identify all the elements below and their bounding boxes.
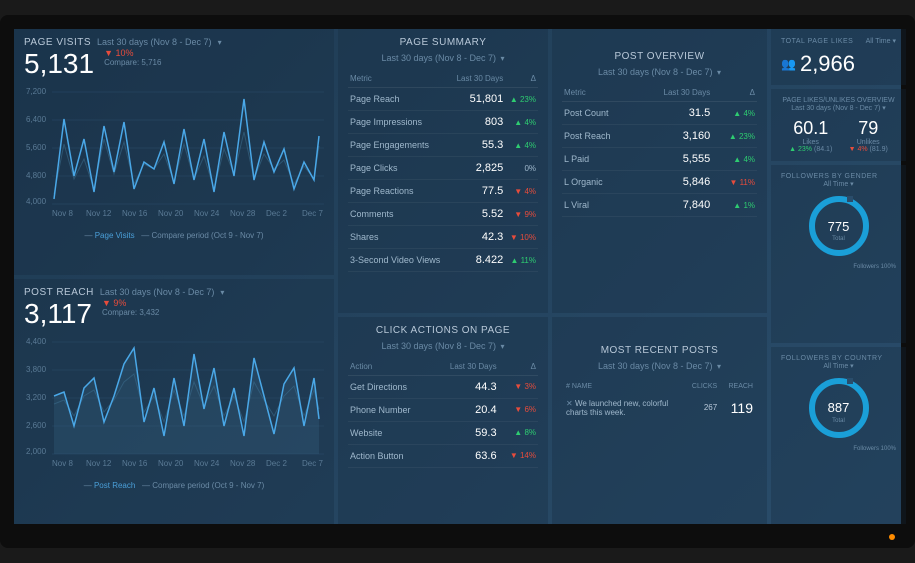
svg-text:Dec 2: Dec 2	[266, 209, 287, 218]
svg-text:Nov 28: Nov 28	[230, 459, 256, 468]
post-reach-chart: 4,400 3,800 3,200 2,600 2,000 Nov 8 Nov 12 Nov…	[24, 334, 324, 479]
recent-post-row[interactable]: ✕ We launched new, colorful charts this …	[564, 395, 755, 421]
gender-donut: 775 Total	[809, 196, 869, 256]
table-row: Get Directions44.3▼ 3%	[348, 375, 538, 398]
page-visits-panel: PAGE VISITS Last 30 days (Nov 8 - Dec 7)…	[14, 29, 334, 275]
table-row: Page Clicks2,8250%	[348, 157, 538, 180]
post-reach-panel: POST REACH Last 30 days (Nov 8 - Dec 7) …	[14, 279, 334, 525]
svg-text:Nov 20: Nov 20	[158, 459, 184, 468]
table-row: L Viral7,840▲ 1%	[562, 194, 757, 217]
svg-text:3,200: 3,200	[26, 393, 47, 402]
table-row: Action Button63.6▼ 14%	[348, 444, 538, 467]
post-reach-delta: ▼ 9%	[102, 298, 159, 308]
svg-text:Nov 8: Nov 8	[52, 459, 73, 468]
svg-text:Nov 12: Nov 12	[86, 209, 112, 218]
chevron-down-icon[interactable]: ▾	[218, 38, 222, 47]
svg-text:Nov 28: Nov 28	[230, 209, 256, 218]
page-visits-legend: — Page Visits — Compare period (Oct 9 - …	[24, 231, 324, 240]
total-likes-panel: TOTAL PAGE LIKESAll Time ▾ 👥 2,966	[771, 29, 906, 85]
table-row: Page Engagements55.3▲ 4%	[348, 134, 538, 157]
dashboard: PAGE VISITS Last 30 days (Nov 8 - Dec 7)…	[14, 29, 901, 524]
table-row: Post Count31.5▲ 4%	[562, 102, 757, 125]
page-visits-value: 5,131	[24, 48, 94, 80]
page-visits-chart: 7,200 6,400 5,600 4,800 4,000 Nov 8 Nov 12 Nov…	[24, 84, 324, 229]
power-led-icon	[889, 534, 895, 540]
table-row: Post Reach3,160▲ 23%	[562, 125, 757, 148]
page-summary-title: PAGE SUMMARY	[348, 37, 538, 48]
chevron-down-icon[interactable]: ▾	[717, 68, 721, 77]
monitor-frame: PAGE VISITS Last 30 days (Nov 8 - Dec 7)…	[0, 15, 915, 548]
post-reach-legend: — Post Reach — Compare period (Oct 9 - N…	[24, 481, 324, 490]
unlikes-value: 79	[849, 118, 888, 139]
followers-gender-panel: FOLLOWERS BY GENDER All Time ▾ 775 Total…	[771, 165, 906, 343]
people-icon: 👥	[781, 57, 796, 71]
svg-text:4,400: 4,400	[26, 337, 47, 346]
total-likes-value: 2,966	[800, 51, 855, 77]
svg-text:2,600: 2,600	[26, 421, 47, 430]
date-range[interactable]: Last 30 days (Nov 8 - Dec 7)	[97, 37, 212, 47]
svg-text:Nov 16: Nov 16	[122, 459, 148, 468]
svg-text:Nov 16: Nov 16	[122, 209, 148, 218]
followers-country-panel: FOLLOWERS BY COUNTRY All Time ▾ 887 Tota…	[771, 347, 906, 525]
page-visits-compare: Compare: 5,716	[104, 58, 161, 67]
table-row: Shares42.3▼ 10%	[348, 226, 538, 249]
likes-value: 60.1	[789, 118, 832, 139]
post-overview-table: MetricLast 30 DaysΔ Post Count31.5▲ 4%Po…	[562, 84, 757, 217]
page-summary-table: MetricLast 30 DaysΔ Page Reach51,801▲ 23…	[348, 70, 538, 272]
svg-text:Dec 7: Dec 7	[302, 459, 323, 468]
table-row: Website59.3▲ 8%	[348, 421, 538, 444]
table-row: Phone Number20.4▼ 6%	[348, 398, 538, 421]
click-actions-title: CLICK ACTIONS ON PAGE	[348, 325, 538, 336]
chevron-down-icon[interactable]: ▾	[717, 362, 721, 371]
country-donut: 887 Total	[809, 378, 869, 438]
svg-text:Nov 24: Nov 24	[194, 209, 220, 218]
svg-text:5,600: 5,600	[26, 143, 47, 152]
post-reach-compare: Compare: 3,432	[102, 308, 159, 317]
date-range[interactable]: Last 30 days (Nov 8 - Dec 7)	[100, 287, 215, 297]
svg-text:Dec 2: Dec 2	[266, 459, 287, 468]
table-row: Page Reach51,801▲ 23%	[348, 88, 538, 111]
table-row: L Organic5,846▼ 11%	[562, 171, 757, 194]
svg-text:Dec 7: Dec 7	[302, 209, 323, 218]
recent-posts-table: # NAMECLICKSREACH ✕ We launched new, col…	[562, 378, 757, 423]
svg-text:3,800: 3,800	[26, 365, 47, 374]
svg-text:4,800: 4,800	[26, 171, 47, 180]
table-row: Page Reactions77.5▼ 4%	[348, 180, 538, 203]
click-actions-table: ActionLast 30 DaysΔ Get Directions44.3▼ …	[348, 358, 538, 468]
svg-text:Nov 24: Nov 24	[194, 459, 220, 468]
svg-text:7,200: 7,200	[26, 87, 47, 96]
chevron-down-icon[interactable]: ▾	[501, 342, 505, 351]
page-visits-delta: ▼ 10%	[104, 48, 161, 58]
table-row: Page Impressions803▲ 4%	[348, 111, 538, 134]
page-visits-title: PAGE VISITS	[24, 37, 91, 48]
svg-text:6,400: 6,400	[26, 115, 47, 124]
click-actions-panel: CLICK ACTIONS ON PAGE Last 30 days (Nov …	[338, 317, 548, 524]
svg-text:4,000: 4,000	[26, 197, 47, 206]
likes-unlikes-panel: PAGE LIKES/UNLIKES OVERVIEW Last 30 days…	[771, 89, 906, 161]
recent-posts-title: MOST RECENT POSTS	[562, 345, 757, 356]
post-reach-value: 3,117	[24, 298, 92, 330]
table-row: Comments5.52▼ 9%	[348, 203, 538, 226]
table-row: L Paid5,555▲ 4%	[562, 148, 757, 171]
svg-text:Nov 8: Nov 8	[52, 209, 73, 218]
post-overview-panel: POST OVERVIEW Last 30 days (Nov 8 - Dec …	[552, 29, 767, 313]
chevron-down-icon[interactable]: ▾	[220, 288, 224, 297]
svg-text:Nov 20: Nov 20	[158, 209, 184, 218]
post-reach-title: POST REACH	[24, 287, 94, 298]
recent-posts-panel: MOST RECENT POSTS Last 30 days (Nov 8 - …	[552, 317, 767, 524]
table-row: 3-Second Video Views8.422▲ 11%	[348, 249, 538, 272]
svg-text:2,000: 2,000	[26, 447, 47, 456]
page-summary-panel: PAGE SUMMARY Last 30 days (Nov 8 - Dec 7…	[338, 29, 548, 313]
svg-text:Nov 12: Nov 12	[86, 459, 112, 468]
post-overview-title: POST OVERVIEW	[562, 51, 757, 62]
chevron-down-icon[interactable]: ▾	[501, 54, 505, 63]
